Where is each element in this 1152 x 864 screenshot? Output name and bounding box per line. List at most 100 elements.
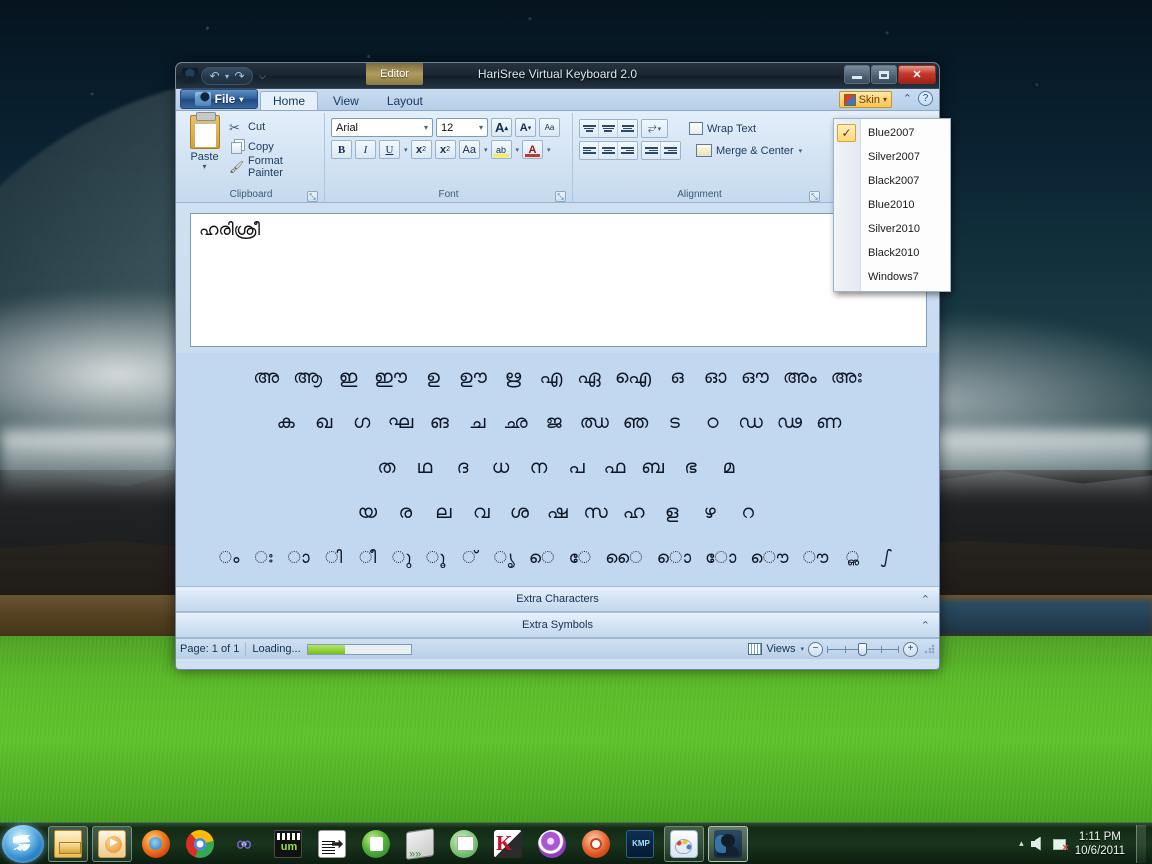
key-4-13[interactable]: ോ	[700, 543, 741, 573]
taskbar-harisree-virtual-keyboard[interactable]	[708, 826, 748, 862]
taskbar-infinity-app[interactable]	[224, 826, 264, 862]
taskbar-daemon-tools[interactable]	[576, 826, 616, 862]
key-1-2[interactable]: ഗ	[345, 408, 379, 438]
key-3-0[interactable]: യ	[350, 498, 384, 528]
decrease-indent-button[interactable]	[642, 142, 661, 159]
font-size-caret-icon[interactable]: ▾	[477, 123, 485, 132]
key-0-2[interactable]: ഇ	[331, 363, 365, 393]
key-1-6[interactable]: ഛ	[498, 408, 532, 438]
change-case-caret-icon[interactable]: ▾	[483, 146, 488, 154]
editor-context-tab[interactable]: Editor	[366, 63, 423, 85]
bold-button[interactable]: B	[331, 140, 352, 159]
key-1-11[interactable]: ഠ	[695, 408, 729, 438]
key-0-12[interactable]: ഔ	[736, 363, 774, 393]
key-1-9[interactable]: ഞ	[618, 408, 654, 438]
extra-symbols-chevron-icon[interactable]: ⌃	[921, 619, 930, 632]
key-1-5[interactable]: ച	[460, 408, 494, 438]
align-top-button[interactable]	[580, 120, 599, 137]
key-0-0[interactable]: അ	[248, 363, 284, 393]
merge-center-caret-icon[interactable]: ▾	[798, 147, 803, 155]
taskbar-winrar[interactable]	[400, 826, 440, 862]
network-icon[interactable]	[1053, 837, 1068, 851]
key-4-3[interactable]: ി	[319, 543, 349, 573]
app-icon[interactable]	[182, 68, 198, 84]
font-dialog-launcher[interactable]: ⤡	[555, 191, 566, 202]
key-4-1[interactable]: ഃ	[248, 543, 278, 573]
key-2-7[interactable]: ബ	[636, 453, 670, 483]
clock[interactable]: 1:11 PM 10/6/2011	[1075, 830, 1125, 858]
increase-indent-button[interactable]	[661, 142, 680, 159]
key-4-9[interactable]: െ	[524, 543, 560, 573]
key-0-3[interactable]: ഈ	[369, 363, 412, 393]
file-button[interactable]: File ▾	[180, 89, 258, 109]
text-editor[interactable]: ഹരിശ്രീ	[190, 213, 927, 347]
key-3-1[interactable]: ര	[388, 498, 422, 528]
tab-home[interactable]: Home	[260, 91, 318, 110]
key-2-5[interactable]: പ	[560, 453, 594, 483]
key-2-6[interactable]: ഫ	[598, 453, 632, 483]
superscript-button[interactable]: x2	[435, 140, 456, 159]
customize-quick-access-icon[interactable]: ⌵	[259, 71, 266, 82]
alignment-dialog-launcher[interactable]: ⤡	[809, 191, 820, 202]
views-icon[interactable]	[748, 643, 762, 655]
key-3-5[interactable]: ഷ	[540, 498, 574, 528]
key-3-6[interactable]: സ	[578, 498, 612, 528]
key-3-4[interactable]: ശ	[502, 498, 536, 528]
key-1-0[interactable]: ക	[269, 408, 303, 438]
skin-menu-item-black2010[interactable]: Black2010	[834, 241, 950, 265]
text-orientation-button[interactable]: ⥂▾	[641, 119, 668, 138]
key-3-8[interactable]: ള	[655, 498, 689, 528]
key-1-8[interactable]: ഝ	[575, 408, 614, 438]
cut-button[interactable]: Cut	[225, 118, 318, 136]
skin-button[interactable]: Skin ▾	[839, 91, 892, 108]
key-4-16[interactable]: ൢ	[837, 543, 867, 573]
skin-menu-item-silver2007[interactable]: Silver2007	[834, 145, 950, 169]
paste-dropdown-icon[interactable]: ▾	[203, 163, 207, 170]
key-3-10[interactable]: റ	[731, 498, 765, 528]
key-3-9[interactable]: ഴ	[693, 498, 727, 528]
show-hidden-icons-icon[interactable]: ▴	[1019, 838, 1024, 849]
key-0-8[interactable]: ഏ	[572, 363, 606, 393]
taskbar-kaspersky[interactable]	[488, 826, 528, 862]
key-4-6[interactable]: ൂ	[421, 543, 451, 573]
zoom-in-button[interactable]: +	[903, 642, 918, 657]
clipboard-dialog-launcher[interactable]: ⤡	[307, 191, 318, 202]
key-0-5[interactable]: ഊ	[454, 363, 492, 393]
paste-button[interactable]: Paste ▾	[184, 115, 225, 170]
key-2-3[interactable]: ധ	[484, 453, 518, 483]
views-caret-icon[interactable]: ▾	[799, 645, 804, 653]
underline-caret-icon[interactable]: ▾	[403, 146, 408, 154]
taskbar-internet-download-manager[interactable]	[356, 826, 396, 862]
zoom-out-button[interactable]: −	[808, 642, 823, 657]
key-2-9[interactable]: മ	[712, 453, 746, 483]
close-button[interactable]: ✕	[898, 65, 936, 84]
shrink-font-button[interactable]: A▾	[515, 118, 536, 137]
taskbar-microsoft-office[interactable]	[312, 826, 352, 862]
undo-dropdown-icon[interactable]: ▾	[225, 72, 229, 81]
key-1-1[interactable]: ഖ	[307, 408, 341, 438]
key-4-11[interactable]: ൈ	[600, 543, 647, 573]
skin-menu-item-black2007[interactable]: Black2007	[834, 169, 950, 193]
key-4-0[interactable]: ം	[214, 543, 245, 573]
skin-menu-item-blue2010[interactable]: Blue2010	[834, 193, 950, 217]
key-1-12[interactable]: ഡ	[733, 408, 768, 438]
key-1-4[interactable]: ങ	[422, 408, 456, 438]
redo-icon[interactable]: ↷	[231, 69, 248, 84]
format-painter-button[interactable]: Format Painter	[225, 158, 318, 176]
minimize-button[interactable]	[844, 65, 870, 84]
change-case-button[interactable]: Aa	[459, 140, 480, 159]
key-4-8[interactable]: ൃ	[489, 543, 520, 573]
taskbar-windows-explorer[interactable]	[48, 826, 88, 862]
taskbar-windows-media-player[interactable]	[92, 826, 132, 862]
taskbar-bittorrent[interactable]	[532, 826, 572, 862]
extra-characters-chevron-icon[interactable]: ⌃	[921, 593, 930, 606]
key-0-10[interactable]: ഒ	[660, 363, 694, 393]
font-color-caret-icon[interactable]: ▾	[546, 146, 551, 154]
highlight-caret-icon[interactable]: ▾	[515, 146, 520, 154]
key-4-4[interactable]: ീ	[353, 543, 383, 573]
key-3-3[interactable]: വ	[464, 498, 498, 528]
text-highlight-button[interactable]: ab	[491, 140, 512, 159]
key-1-14[interactable]: ണ	[811, 408, 846, 438]
key-0-7[interactable]: എ	[534, 363, 568, 393]
align-right-button[interactable]	[618, 142, 637, 159]
